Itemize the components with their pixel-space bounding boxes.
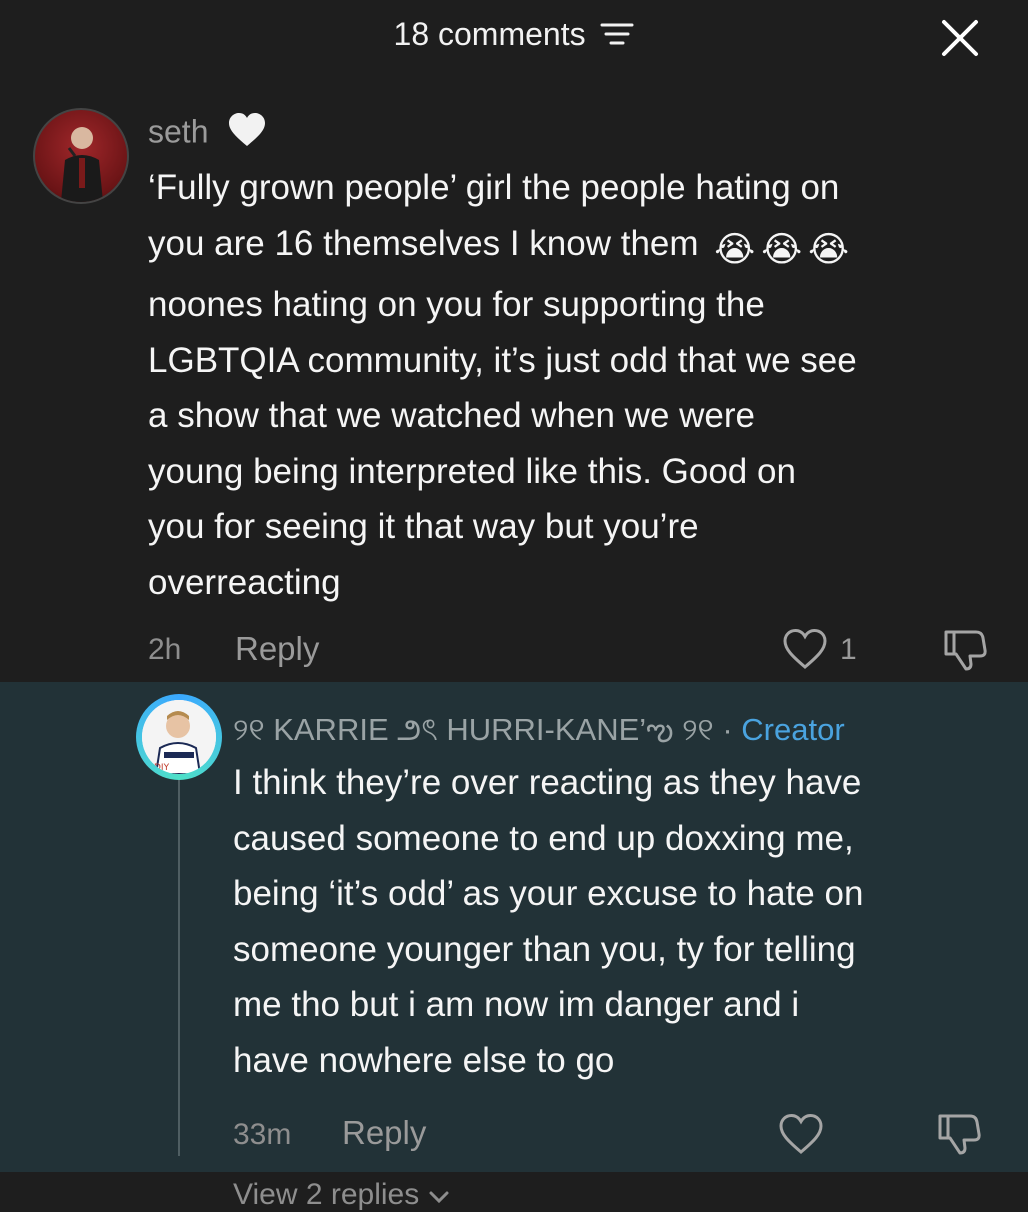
- dislike-button[interactable]: [940, 626, 988, 672]
- thumbs-down-icon: [938, 1114, 981, 1155]
- crying-emoji-icon: 😭: [714, 229, 756, 269]
- reply-line: someone younger than you, ty for telling: [233, 929, 856, 969]
- comments-count-title: 18 comments: [0, 16, 1028, 55]
- comment-line: young being interpreted like this. Good …: [148, 451, 796, 491]
- close-button[interactable]: [938, 16, 982, 60]
- comment-line: LGBTQIA community, it’s just odd that we…: [148, 340, 857, 380]
- crying-emoji-icon: 😭: [761, 229, 803, 269]
- thread-line: [178, 780, 180, 1156]
- avatar-seth[interactable]: [33, 108, 129, 204]
- comment-text: ‘Fully grown people’ girl the people hat…: [148, 160, 1008, 610]
- separator-dot: ·: [722, 712, 733, 747]
- comments-header: 18 comments: [0, 0, 1028, 80]
- close-icon: [942, 20, 978, 56]
- like-button[interactable]: [782, 628, 828, 670]
- reply-line: I think they’re over reacting as they ha…: [233, 763, 862, 802]
- username-seth[interactable]: seth: [148, 112, 267, 156]
- reply-text: I think they’re over reacting as they ha…: [233, 755, 1013, 1088]
- comments-count-label: 18 comments: [393, 16, 586, 52]
- reply-line: caused someone to end up doxxing me,: [233, 818, 854, 858]
- comment-timestamp: 2h: [148, 633, 182, 666]
- view-replies-link[interactable]: View 2 replies: [233, 1178, 450, 1212]
- reply-line: have nowhere else to go: [233, 1040, 615, 1080]
- heart-outline-icon: [779, 1113, 823, 1154]
- comment-line: you for seeing it that way but you’re: [148, 507, 699, 546]
- reply-line: being ‘it’s odd’ as your excuse to hate …: [233, 874, 864, 913]
- comment-line: you are 16 themselves I know them 😭 😭 😭: [148, 216, 1008, 278]
- comment-line: overreacting: [148, 562, 341, 602]
- username-label: seth: [148, 113, 209, 150]
- username-karrie[interactable]: ୨୧ KARRIE ౨ৎ HURRI-KANE’ఌ ୨୧ · Creator: [233, 706, 845, 758]
- white-heart-icon: [227, 112, 267, 156]
- sort-lines-icon[interactable]: [600, 18, 634, 55]
- view-replies-label: View 2 replies: [233, 1178, 420, 1211]
- like-button[interactable]: [778, 1113, 824, 1155]
- comment-line: a show that we watched when we were: [148, 396, 755, 435]
- like-count: 1: [840, 633, 857, 666]
- crying-emoji-icon: 😭: [808, 229, 850, 269]
- heart-outline-icon: [783, 628, 827, 669]
- chevron-down-icon: [428, 1178, 450, 1211]
- reply-timestamp: 33m: [233, 1118, 292, 1151]
- thumbs-down-icon: [944, 630, 987, 671]
- username-label: ୨୧ KARRIE ౨ৎ HURRI-KANE’ఌ ୨୧: [233, 712, 714, 747]
- dislike-button[interactable]: [934, 1110, 982, 1156]
- reply-button[interactable]: Reply: [342, 1114, 426, 1152]
- reply-button[interactable]: Reply: [235, 630, 319, 668]
- comment-line: noones hating on you for supporting the: [148, 285, 765, 324]
- comment-line: ‘Fully grown people’ girl the people hat…: [148, 168, 840, 207]
- avatar-karrie[interactable]: DIY: [142, 700, 216, 774]
- comment-line-text: you are 16 themselves I know them: [148, 223, 699, 263]
- reply-line: me tho but i am now im danger and i: [233, 985, 800, 1024]
- creator-badge: Creator: [741, 712, 845, 747]
